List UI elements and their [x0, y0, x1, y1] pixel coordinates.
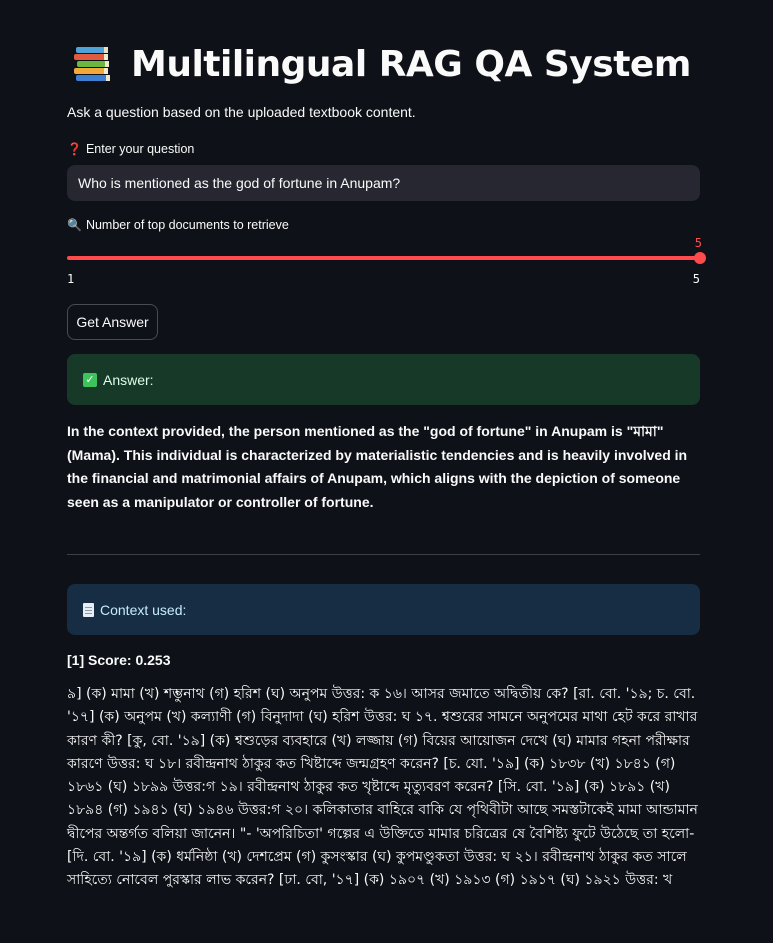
top-k-slider[interactable]: 5 1 5: [67, 234, 706, 294]
context-score: [1] Score: 0.253: [67, 652, 171, 668]
check-mark-icon: ✓: [83, 372, 97, 387]
document-icon: [83, 602, 94, 617]
question-input-value: Who is mentioned as the god of fortune i…: [78, 175, 401, 191]
get-answer-button[interactable]: Get Answer: [67, 304, 158, 340]
answer-banner: ✓ Answer:: [67, 354, 700, 405]
answer-text: In the context provided, the person ment…: [67, 423, 688, 510]
slider-track[interactable]: [67, 256, 700, 260]
page-subtitle: Ask a question based on the uploaded tex…: [67, 104, 416, 120]
question-mark-icon: ❓: [67, 142, 82, 156]
context-text: ৯] (ক) মামা (খ) শম্ভুনাথ (গ) হরিশ (ঘ) অন…: [67, 686, 698, 889]
books-icon: [74, 47, 110, 81]
question-label: ❓ Enter your question: [67, 142, 194, 156]
question-input[interactable]: Who is mentioned as the god of fortune i…: [67, 165, 700, 201]
app-root: Multilingual RAG QA System Ask a questio…: [0, 0, 773, 943]
slider-current-value: 5: [694, 236, 702, 250]
slider-min-label: 1: [67, 272, 75, 286]
context-banner-label: Context used:: [100, 601, 187, 618]
header: Multilingual RAG QA System: [67, 42, 691, 86]
top-k-label-text: Number of top documents to retrieve: [85, 218, 289, 232]
top-k-label: 🔍 Number of top documents to retrieve: [67, 218, 289, 232]
context-banner: Context used:: [67, 584, 700, 635]
divider: [67, 554, 700, 555]
slider-thumb[interactable]: [694, 252, 706, 264]
question-label-text: Enter your question: [85, 142, 195, 156]
search-icon: 🔍: [67, 218, 82, 232]
page-title: Multilingual RAG QA System: [131, 43, 691, 85]
slider-max-label: 5: [692, 272, 700, 286]
answer-banner-label: Answer:: [103, 371, 154, 388]
